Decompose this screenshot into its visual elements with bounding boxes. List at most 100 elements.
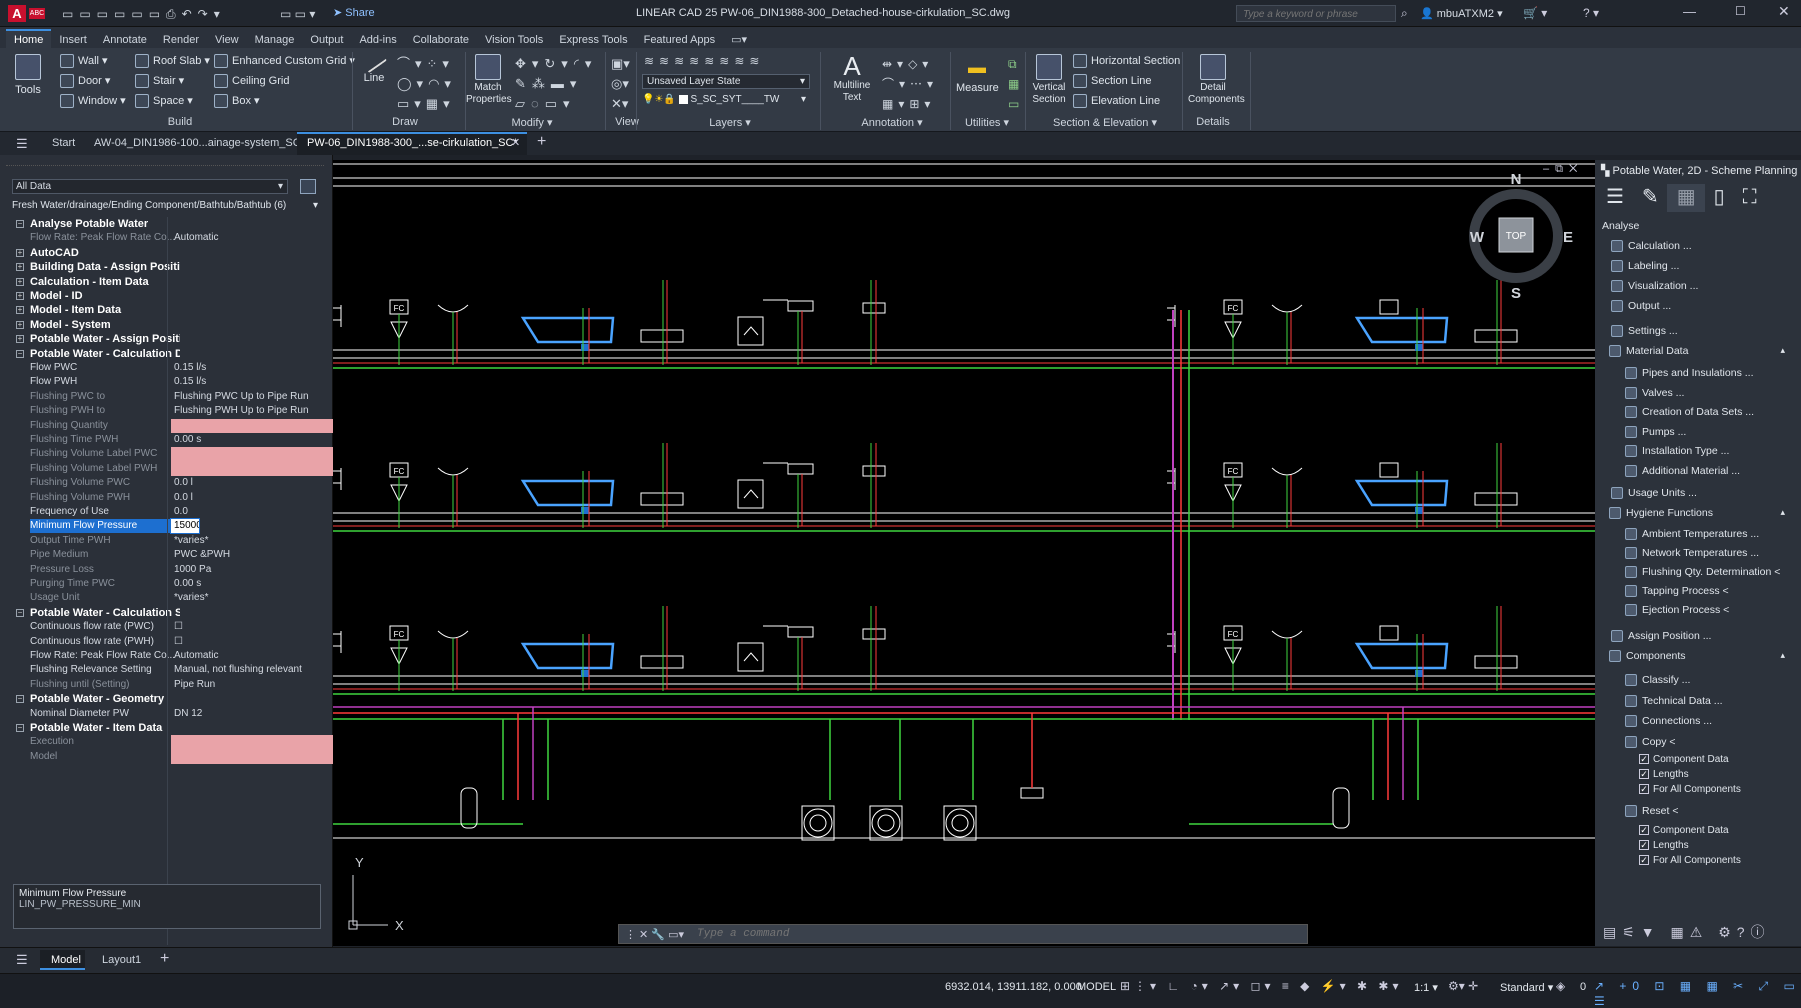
property-row[interactable]: Flushing Time PWH 0.00 s [13, 433, 323, 447]
ribbon-tab-collaborate[interactable]: Collaborate [405, 31, 477, 49]
property-value[interactable]: 0.15 l/s [171, 361, 334, 375]
maximize-button[interactable]: ☐ [1735, 4, 1746, 18]
expand-toggle-icon[interactable]: − [16, 695, 24, 704]
property-value[interactable]: PWC &PWH [171, 548, 334, 562]
property-row[interactable]: Usage Unit *varies* [13, 591, 323, 605]
property-row[interactable]: Flow PWC 0.15 l/s [13, 361, 323, 375]
ribbon-tab-add-ins[interactable]: Add-ins [351, 31, 404, 49]
property-value[interactable]: 0.0 l [171, 491, 334, 505]
ceiling-grid-button[interactable]: Ceiling Grid [214, 74, 289, 88]
property-value[interactable]: ☐ [171, 620, 334, 634]
material-item-3[interactable]: Pumps ... [1625, 426, 1686, 438]
ribbon-tab-output[interactable]: Output [302, 31, 351, 49]
current-layer-dropdown[interactable]: 💡☀🔒 S_SC_SYT____TW ▾ [642, 93, 810, 109]
palette-bottom-tools[interactable]: ▤⚟▼ ▦⚠ ⚙?ⓘ [1603, 922, 1771, 942]
status-tools[interactable]: ↗ +0 ⊡ ▦ ▦ ✂ ⤢ ▭ ☰ [1594, 979, 1801, 1008]
expand-toggle-icon[interactable]: + [16, 248, 24, 257]
utility-tools[interactable]: ⧉ ▦ ▭ [1008, 54, 1019, 114]
checkbox-checked[interactable]: ✓ [1639, 783, 1649, 794]
property-category[interactable]: + Building Data - Assign Position [13, 260, 323, 274]
close-button[interactable]: ✕ [1778, 3, 1790, 20]
collapse-icon[interactable]: ▴ [1780, 507, 1785, 518]
property-row[interactable]: Purging Time PWC 0.00 s [13, 577, 323, 591]
property-value[interactable]: *varies* [171, 534, 334, 548]
copy-check-0[interactable]: ✓ Component Data [1639, 754, 1729, 765]
close-tab-icon[interactable]: ✕ [511, 136, 520, 149]
tools-button[interactable]: Tools [12, 54, 44, 96]
ribbon-tab-insert[interactable]: Insert [51, 31, 95, 49]
workspace-gear-icon[interactable]: ⚙▾ ✛ [1448, 979, 1478, 993]
analyse-item-2[interactable]: Visualization ... [1611, 280, 1698, 293]
custom-grid-button[interactable]: Enhanced Custom Grid ▾ [214, 54, 355, 69]
isolate-icon[interactable]: ◈ [1556, 979, 1565, 993]
property-row[interactable]: Nominal Diameter PW DN 12 [13, 707, 323, 721]
property-row[interactable]: Continuous flow rate (PWH) ☐ [13, 635, 323, 649]
property-row[interactable]: Flushing until (Setting) Pipe Run [13, 678, 323, 692]
expand-toggle-icon[interactable]: − [16, 349, 24, 358]
property-value[interactable]: *varies* [171, 591, 334, 605]
help-icon[interactable]: ? ▾ [1583, 6, 1599, 20]
layer-state-dropdown[interactable]: Unsaved Layer State ▾ [642, 74, 810, 89]
checkbox-checked[interactable]: ✓ [1639, 768, 1649, 779]
help-search-input[interactable] [1237, 7, 1395, 22]
expand-toggle-icon[interactable]: + [16, 292, 24, 300]
cart-icon[interactable]: 🛒 ▾ [1523, 6, 1547, 20]
material-item-0[interactable]: Pipes and Insulations ... [1625, 367, 1754, 380]
ribbon-tab-render[interactable]: Render [155, 31, 207, 49]
property-row[interactable]: Flow PWH 0.15 l/s [13, 375, 323, 389]
ribbon-more-icon[interactable]: ▭▾ [723, 30, 755, 49]
property-value[interactable]: Pipe Run [171, 678, 334, 692]
measure-button[interactable]: ▬ Measure [956, 54, 999, 94]
section-line-button[interactable]: Section Line [1073, 74, 1152, 88]
property-category[interactable]: + Model - System [13, 318, 323, 332]
property-value[interactable] [171, 418, 334, 433]
settings-item[interactable]: Settings ... [1611, 325, 1678, 338]
drawing-canvas[interactable]: FC FC FC FC FC FC TOP N S E W Y X –⧉✕ ⋮ ✕ 🔧 ▭… [333, 160, 1595, 946]
command-input[interactable] [697, 927, 1297, 941]
minimum-flow-pressure-input[interactable]: 150000 [170, 518, 200, 535]
expand-toggle-icon[interactable]: + [16, 263, 24, 272]
property-row[interactable]: Flushing PWC to Flushing PWC Up to Pipe R… [13, 390, 323, 404]
property-category[interactable]: − Potable Water - Item Data [13, 721, 323, 735]
ribbon-tab-vision-tools[interactable]: Vision Tools [477, 31, 551, 49]
ribbon-tab-annotate[interactable]: Annotate [95, 31, 155, 49]
property-row[interactable]: Flushing Volume Label PWH [13, 447, 334, 476]
expand-toggle-icon[interactable]: − [16, 608, 24, 617]
reset-item[interactable]: Reset < [1625, 805, 1678, 817]
property-value[interactable]: DN 12 [171, 707, 334, 721]
viewcube-compass[interactable]: TOP N S E W [1469, 171, 1573, 302]
minimize-button[interactable]: — [1683, 4, 1696, 19]
tab-model[interactable]: Model [51, 954, 81, 966]
property-row[interactable]: Flow Rate: Peak Flow Rate Co... Automatic [13, 649, 323, 663]
drafting-toggles[interactable]: ⊞⋮▾ ∟ ◔▾ ↗▾ ◻▾ ≡ ◆ ⚡▾ ✱ ✱▾ [1120, 979, 1403, 993]
property-row[interactable]: Flushing PWH to Flushing PWH Up to Pipe R… [13, 404, 323, 418]
annotation-scale[interactable]: 1:1 ▾ [1414, 981, 1438, 994]
copy-item[interactable]: Copy < [1625, 736, 1676, 748]
ribbon-tab-express-tools[interactable]: Express Tools [551, 31, 635, 49]
material-item-5[interactable]: Additional Material ... [1625, 465, 1740, 477]
layer-tools[interactable]: ≋≋≋≋≋≋≋≋ [644, 54, 764, 68]
checkbox-checked[interactable]: ✓ [1639, 824, 1649, 835]
viewport-controls[interactable]: –⧉✕ [1543, 163, 1583, 176]
property-row[interactable]: Pressure Loss 1000 Pa [13, 563, 323, 577]
checkbox-checked[interactable]: ✓ [1639, 839, 1649, 850]
property-value[interactable]: 0.15 l/s [171, 375, 334, 389]
material-item-4[interactable]: Installation Type ... [1625, 445, 1729, 458]
property-category[interactable]: − Analyse Potable Water [13, 217, 323, 231]
property-value[interactable]: ☐ [171, 635, 334, 649]
quick-access-extra[interactable]: ▭ ▭ ▾ [280, 7, 315, 21]
wall-button[interactable]: Wall ▾ [60, 54, 108, 69]
property-value[interactable]: 0.0 l [171, 476, 334, 490]
property-value[interactable]: Flushing PWC Up to Pipe Run [171, 390, 334, 404]
material-item-1[interactable]: Valves ... [1625, 387, 1684, 399]
assign-position-item[interactable]: Assign Position ... [1611, 630, 1711, 643]
checkbox-checked[interactable]: ✓ [1639, 854, 1649, 865]
expand-toggle-icon[interactable]: + [16, 277, 24, 286]
property-row[interactable]: Flushing Relevance Setting Manual, not fl… [13, 663, 323, 677]
menu-icon[interactable]: ☰ [16, 952, 28, 968]
expand-toggle-icon[interactable]: − [16, 724, 24, 732]
copy-check-1[interactable]: ✓ Lengths [1639, 769, 1689, 780]
hygiene-item-2[interactable]: Flushing Qty. Determination < [1625, 566, 1780, 579]
hygiene-item-3[interactable]: Tapping Process < [1625, 585, 1729, 598]
tab-layout1[interactable]: Layout1 [102, 954, 141, 966]
